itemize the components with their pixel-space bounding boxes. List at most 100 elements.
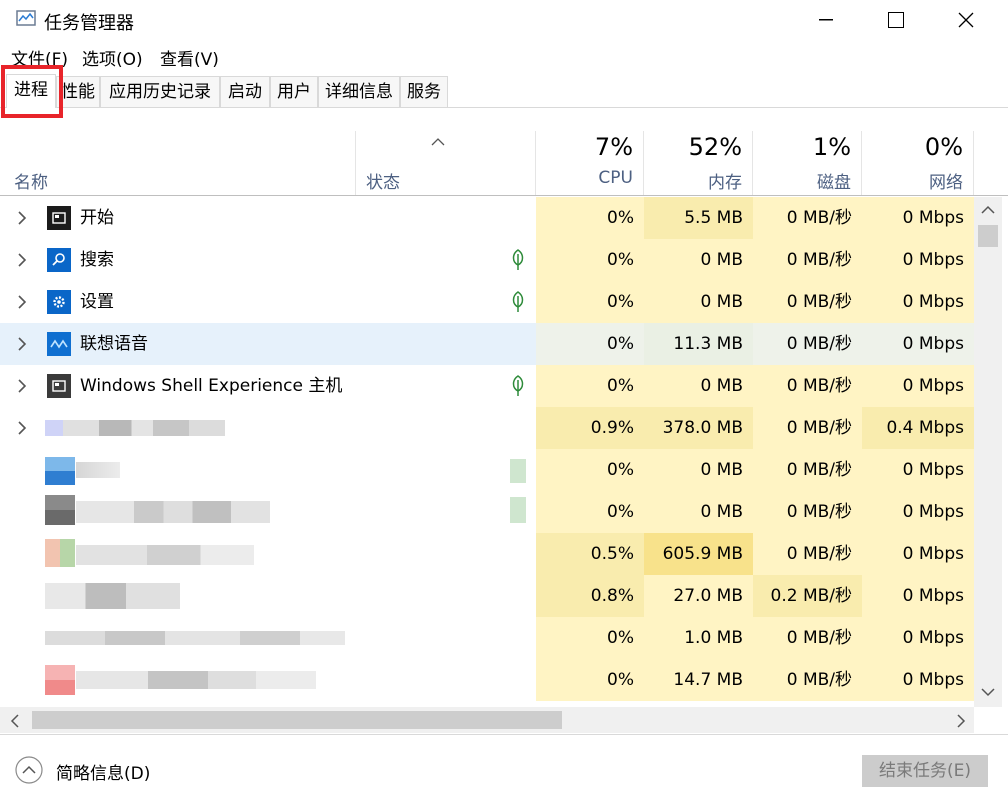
- disk-cell: 0 MB/秒: [753, 533, 862, 575]
- cpu-cell: 0%: [536, 449, 644, 491]
- cpu-cell: 0%: [536, 365, 644, 407]
- cpu-total: 7%: [594, 133, 633, 161]
- chevron-up-circle-icon: [15, 756, 43, 784]
- memory-cell: 378.0 MB: [644, 407, 753, 449]
- scroll-down-icon[interactable]: [981, 687, 995, 697]
- expand-chevron-icon[interactable]: [16, 210, 28, 226]
- memory-cell: 0 MB: [644, 281, 753, 323]
- process-name: Windows Shell Experience 主机: [80, 376, 343, 396]
- redacted-process-icon: [45, 539, 75, 567]
- vertical-scroll-thumb[interactable]: [978, 225, 998, 247]
- memory-cell: 11.3 MB: [644, 323, 753, 365]
- network-cell: 0 Mbps: [862, 239, 974, 281]
- tab-services[interactable]: 服务: [400, 76, 448, 107]
- suspended-leaf-icon: [512, 375, 524, 396]
- process-row[interactable]: 设置 0% 0 MB 0 MB/秒 0 Mbps: [0, 281, 974, 323]
- network-cell: 0 Mbps: [862, 575, 974, 617]
- expand-chevron-icon[interactable]: [16, 336, 28, 352]
- memory-cell: 14.7 MB: [644, 659, 753, 701]
- tab-startup[interactable]: 启动: [220, 76, 270, 107]
- tab-details[interactable]: 详细信息: [318, 76, 400, 107]
- redacted-process-name: [76, 671, 316, 689]
- redacted-process-name: [45, 583, 180, 609]
- memory-cell: 0 MB: [644, 449, 753, 491]
- process-row[interactable]: 0.5% 605.9 MB 0 MB/秒 0 Mbps: [0, 533, 974, 575]
- scroll-up-icon[interactable]: [981, 205, 995, 215]
- disk-cell: 0 MB/秒: [753, 197, 862, 239]
- header-cpu[interactable]: 7% CPU: [536, 131, 644, 195]
- process-row[interactable]: 0% 0 MB 0 MB/秒 0 Mbps: [0, 449, 974, 491]
- header-status[interactable]: 状态: [356, 131, 536, 195]
- end-task-button[interactable]: 结束任务(E): [862, 755, 988, 787]
- redacted-status: [510, 459, 526, 483]
- fewer-details-button[interactable]: 简略信息(D): [14, 755, 194, 789]
- disk-cell: 0 MB/秒: [753, 323, 862, 365]
- expand-chevron-icon[interactable]: [16, 294, 28, 310]
- settings-gear-icon: [47, 290, 71, 314]
- process-row[interactable]: 0.9% 378.0 MB 0 MB/秒 0.4 Mbps: [0, 407, 974, 449]
- network-cell: 0 Mbps: [862, 365, 974, 407]
- process-row[interactable]: 0% 1.0 MB 0 MB/秒 0 Mbps: [0, 617, 974, 659]
- process-row-selected[interactable]: 联想语音 0% 11.3 MB 0 MB/秒 0 Mbps: [0, 323, 974, 365]
- memory-cell: 1.0 MB: [644, 617, 753, 659]
- scroll-right-icon[interactable]: [956, 714, 966, 728]
- process-row[interactable]: Windows Shell Experience 主机 0% 0 MB 0 MB…: [0, 365, 974, 407]
- network-cell: 0 Mbps: [862, 323, 974, 365]
- disk-cell: 0 MB/秒: [753, 239, 862, 281]
- memory-cell: 605.9 MB: [644, 533, 753, 575]
- network-cell: 0 Mbps: [862, 659, 974, 701]
- memory-cell: 27.0 MB: [644, 575, 753, 617]
- scroll-left-icon[interactable]: [10, 714, 20, 728]
- cpu-cell: 0%: [536, 491, 644, 533]
- tab-users[interactable]: 用户: [270, 76, 318, 107]
- process-row[interactable]: 0% 0 MB 0 MB/秒 0 Mbps: [0, 491, 974, 533]
- cpu-cell: 0%: [536, 197, 644, 239]
- horizontal-scrollbar[interactable]: [0, 707, 974, 733]
- task-manager-icon: [16, 10, 36, 26]
- tab-app-history[interactable]: 应用历史记录: [100, 76, 220, 107]
- cpu-cell: 0%: [536, 239, 644, 281]
- disk-cell: 0.2 MB/秒: [753, 575, 862, 617]
- expand-chevron-icon[interactable]: [16, 378, 28, 394]
- memory-cell: 5.5 MB: [644, 197, 753, 239]
- process-list: 开始 0% 5.5 MB 0 MB/秒 0 Mbps 搜索 0% 0 MB 0 …: [0, 197, 974, 707]
- header-memory[interactable]: 52% 内存: [644, 131, 753, 195]
- cpu-cell: 0%: [536, 659, 644, 701]
- redacted-process-name: [45, 420, 225, 436]
- network-cell: 0 Mbps: [862, 281, 974, 323]
- process-name: 搜索: [80, 250, 114, 270]
- vertical-scrollbar[interactable]: [974, 197, 1002, 707]
- network-cell: 0 Mbps: [862, 533, 974, 575]
- minimize-icon: [819, 19, 833, 21]
- header-disk[interactable]: 1% 磁盘: [753, 131, 862, 195]
- cpu-cell: 0.9%: [536, 407, 644, 449]
- cpu-cell: 0%: [536, 281, 644, 323]
- menu-options[interactable]: 选项(O): [82, 45, 143, 70]
- close-button[interactable]: [931, 0, 1001, 40]
- process-row[interactable]: 开始 0% 5.5 MB 0 MB/秒 0 Mbps: [0, 197, 974, 239]
- suspended-leaf-icon: [512, 249, 524, 270]
- process-row[interactable]: 0.8% 27.0 MB 0.2 MB/秒 0 Mbps: [0, 575, 974, 617]
- horizontal-scroll-thumb[interactable]: [32, 711, 562, 729]
- disk-cell: 0 MB/秒: [753, 659, 862, 701]
- header-name[interactable]: 名称: [0, 131, 356, 195]
- disk-cell: 0 MB/秒: [753, 365, 862, 407]
- minimize-button[interactable]: [791, 0, 861, 40]
- shell-host-icon: [47, 374, 71, 398]
- title-bar: 任务管理器: [0, 0, 1008, 40]
- menu-view[interactable]: 查看(V): [160, 45, 219, 70]
- expand-chevron-icon[interactable]: [16, 420, 28, 436]
- header-network[interactable]: 0% 网络: [862, 131, 974, 195]
- process-row[interactable]: 0% 14.7 MB 0 MB/秒 0 Mbps: [0, 659, 974, 701]
- maximize-button[interactable]: [861, 0, 931, 40]
- cpu-cell: 0%: [536, 323, 644, 365]
- cpu-cell: 0.8%: [536, 575, 644, 617]
- tab-bar: 进程 性能 应用历史记录 启动 用户 详细信息 服务: [0, 74, 1008, 108]
- expand-chevron-icon[interactable]: [16, 252, 28, 268]
- process-name: 开始: [80, 208, 114, 228]
- redacted-process-name: [76, 501, 270, 523]
- redacted-process-name: [45, 631, 345, 645]
- process-name: 设置: [80, 292, 114, 312]
- suspended-leaf-icon: [512, 291, 524, 312]
- process-row[interactable]: 搜索 0% 0 MB 0 MB/秒 0 Mbps: [0, 239, 974, 281]
